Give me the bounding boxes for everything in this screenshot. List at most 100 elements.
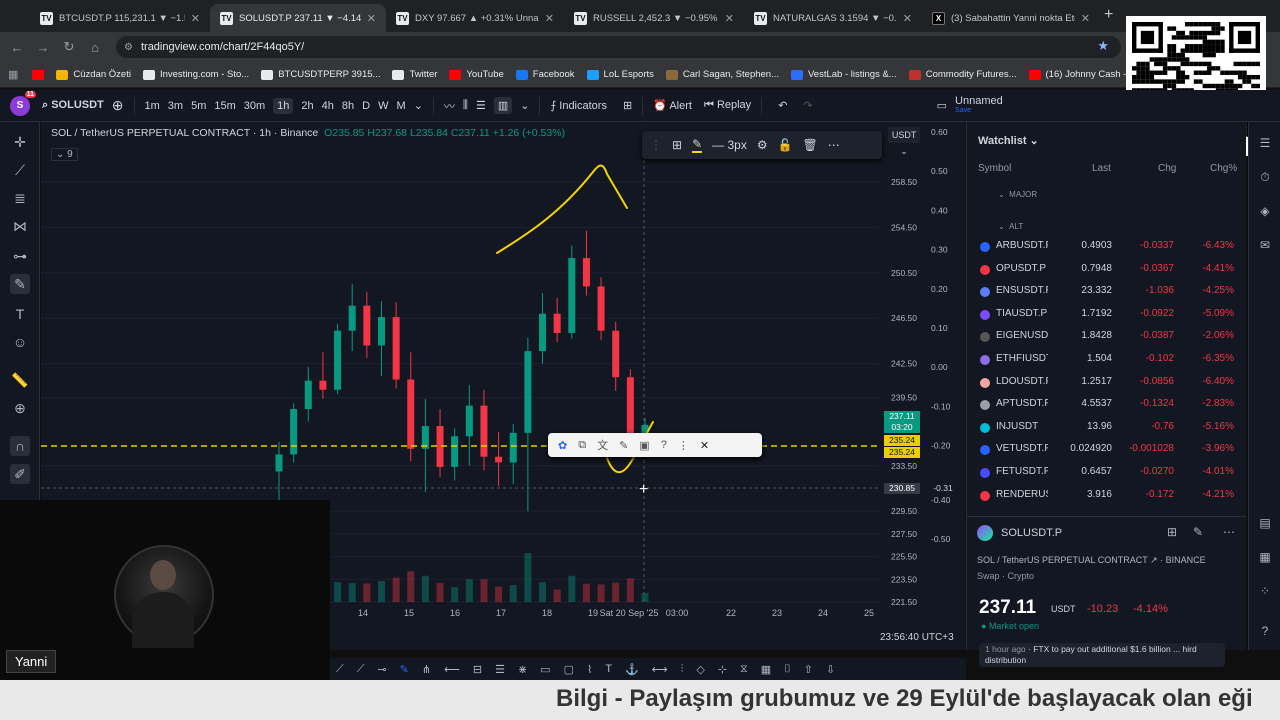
watchlist-icon[interactable]: ☰ [1257, 136, 1273, 152]
help-icon[interactable]: ? [1257, 624, 1273, 640]
interval-3m[interactable]: 3m [168, 100, 183, 112]
ideas-icon[interactable]: ▤ [1257, 516, 1273, 532]
zoom-icon[interactable]: ⊕ [10, 398, 30, 418]
bars-icon[interactable]: ☰ [476, 99, 486, 112]
address-bar[interactable]: ⚙ tradingview.com/chart/2F44qo5Y/ ★ [116, 36, 1121, 58]
close-icon[interactable]: ✕ [903, 12, 912, 25]
watchlist-row[interactable]: VETUSDT.P 0.024920 -0.001028 -3.96% [966, 439, 1246, 461]
alerts-clock-icon[interactable]: ⏱ [1257, 170, 1273, 186]
pattern-tool-icon[interactable]: ⋇ [518, 663, 527, 676]
close-icon[interactable]: ✕ [545, 12, 554, 25]
interval-5m[interactable]: 5m [191, 100, 206, 112]
interval-w[interactable]: W [378, 100, 388, 112]
reload-icon[interactable]: ↻ [56, 39, 82, 55]
crosshair-icon[interactable]: ✛ [10, 132, 30, 152]
watchlist-row[interactable]: RENDERUS 3.916 -0.172 -4.21% [966, 485, 1246, 507]
hline-tool-icon[interactable]: ⊸ [377, 663, 386, 676]
browser-tab[interactable]: X (3) Sabahattin Yanni nokta Etek ✕ [922, 4, 1100, 32]
back-icon[interactable]: ← [4, 40, 30, 55]
anchor-icon[interactable]: ⚓ [625, 663, 639, 676]
image-icon[interactable]: ▣ [639, 439, 649, 452]
close-icon[interactable]: ✕ [700, 439, 709, 452]
indicators-button[interactable]: ⨍ Indicators [550, 99, 607, 112]
translate-icon[interactable]: 文 [597, 437, 608, 453]
help-icon[interactable]: ? [661, 439, 667, 451]
watchlist-row[interactable]: OPUSDT.P 0.7948 -0.0367 -4.41% [966, 259, 1246, 281]
layout-grid-icon[interactable]: ⊞ [1167, 525, 1177, 539]
table-icon[interactable]: ▦ [761, 663, 771, 676]
text-icon[interactable]: T [10, 304, 30, 324]
edit-icon[interactable]: ✎ [1193, 525, 1203, 539]
interval-m[interactable]: M [397, 100, 406, 112]
replay-button[interactable]: ⏮ Replay [704, 99, 751, 112]
bookmark-item[interactable]: Investing.com - Sto... [142, 69, 249, 80]
browser-tab[interactable]: TVNATURALGAS 3.1594 ▼ −0.77%✕ [744, 4, 922, 32]
interval-1h[interactable]: 1h [273, 97, 294, 114]
emoji-icon[interactable]: ☺ [10, 332, 30, 352]
bookmark-item[interactable]: Commodity Futures... [908, 69, 1017, 80]
line-tool-icon[interactable]: ⟋ [336, 663, 344, 676]
more-icon[interactable]: ⋯ [828, 138, 840, 152]
interval-30m[interactable]: 30m [244, 100, 265, 112]
chevron-down-icon[interactable]: ⌄ [414, 99, 423, 112]
more-icon[interactable]: ⋯ [1223, 525, 1235, 539]
chevron-down-icon[interactable]: ⌄ [520, 99, 529, 112]
redo-icon[interactable]: ↷ [803, 99, 812, 112]
apps-grid-icon[interactable]: ⁘ [1257, 584, 1273, 600]
alert-button[interactable]: ⏰ Alert [653, 99, 692, 112]
templates-icon[interactable]: ⊞ [623, 99, 632, 112]
vertical-line-icon[interactable]: ⌷ [784, 663, 791, 676]
news-item[interactable]: 1 hour ago · FTX to pay out additional $… [979, 643, 1225, 667]
home-icon[interactable]: ⌂ [82, 40, 108, 55]
interval-2h[interactable]: 2h [301, 100, 313, 112]
watchlist-section[interactable]: ⌄ ALT [998, 222, 1023, 231]
cross-icon[interactable]: ⊹ [718, 663, 727, 676]
layers-icon[interactable]: ◈ [1257, 204, 1273, 220]
bookmark-item[interactable]: Twitter [392, 69, 437, 80]
close-icon[interactable]: ✕ [725, 12, 734, 25]
fib-icon[interactable]: ≣ [10, 188, 30, 208]
interval-15m[interactable]: 15m [214, 100, 235, 112]
shape-icon[interactable]: ◇ [696, 663, 704, 676]
browser-tab-active[interactable]: TVSOLUSDT.P 237.11 ▼ −4.14% U✕ [210, 4, 386, 32]
interval-1m[interactable]: 1m [145, 100, 160, 112]
brush-icon[interactable]: ✎ [10, 274, 30, 294]
watchlist-row[interactable]: FETUSDT.P 0.6457 -0.0270 -4.01% [966, 462, 1246, 484]
arrow-down-icon[interactable]: ⇩ [826, 663, 835, 676]
bookmark-item[interactable] [32, 69, 45, 80]
ruler-icon[interactable]: 📏 [10, 370, 30, 390]
bookmark-item[interactable]: Cüzdan Özeti [56, 69, 131, 80]
pen-color-icon[interactable]: ✎ [692, 137, 703, 153]
indicators-collapse-button[interactable]: ⌄ 9 [51, 148, 78, 161]
lock-icon[interactable]: 🔓 [778, 138, 793, 152]
path-icon[interactable]: ⌇ [587, 663, 592, 676]
pitchfork-icon[interactable]: ⋔ [422, 663, 431, 676]
color-picker-icon[interactable]: ✿ [558, 439, 567, 452]
layout-icon[interactable]: ▭ [937, 99, 947, 112]
currency-button[interactable]: USDT ⌄ [888, 127, 920, 156]
price-range-icon[interactable]: ⊟ [473, 663, 482, 676]
watchlist-title[interactable]: Watchlist ⌄ [978, 134, 1039, 147]
rectangle-icon[interactable]: ▢ [564, 663, 574, 676]
interval-8h[interactable]: 8h [342, 100, 354, 112]
browser-tab[interactable]: TV DXY 97.667 ▲ +0.31% Unname ✕ [386, 4, 564, 32]
calendar-icon[interactable]: ▦ [1257, 550, 1273, 566]
bookmark-item[interactable]: Facebook [515, 69, 575, 80]
bookmark-item[interactable]: Carl Sagan, Stephen... [665, 69, 779, 80]
column-chgp[interactable]: Chg% [1210, 163, 1237, 174]
drag-handle-icon[interactable]: ⋮ [650, 138, 662, 152]
browser-tab[interactable]: TV RUSSELL 2,452.3 ▼ −0.95% Un ✕ [564, 4, 744, 32]
chart-type-icon[interactable]: ▥ [493, 97, 513, 114]
compare-plus-icon[interactable]: ⊕ [112, 97, 124, 114]
interval-d[interactable]: D [362, 100, 370, 112]
measure-icon[interactable]: ⟷ [652, 663, 668, 676]
forecast-icon[interactable]: ⊶ [10, 246, 30, 266]
chat-icon[interactable]: ✉ [1257, 238, 1273, 254]
more-icon[interactable]: ⋮ [678, 439, 689, 452]
column-last[interactable]: Last [1092, 163, 1111, 174]
close-icon[interactable]: ✕ [367, 12, 376, 25]
watchlist-row[interactable]: ARBUSDT.P 0.4903 -0.0337 -6.43% [966, 236, 1246, 258]
watchlist-row[interactable]: LDOUSDT.P 1.2517 -0.0856 -6.40% [966, 372, 1246, 394]
bookmark-item[interactable]: BTCUSDTPERP 3915... [261, 69, 380, 80]
symbol-search-button[interactable]: ⌕ SOLUSDT [42, 99, 104, 112]
